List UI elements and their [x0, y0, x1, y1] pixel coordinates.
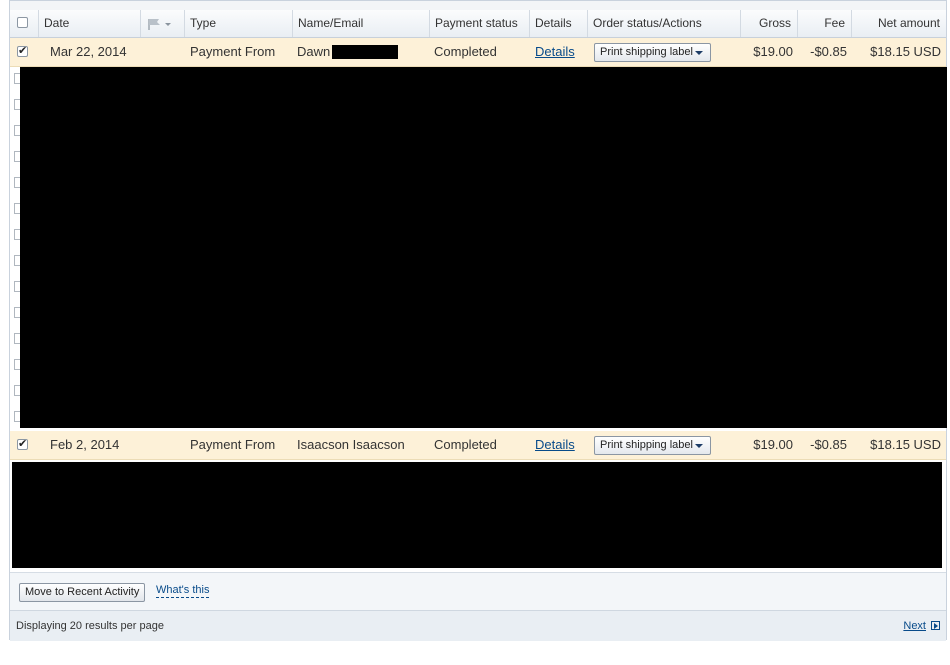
row-net: $18.15 USD [870, 437, 941, 452]
table-row: ✔ Feb 2, 2014 Payment From Isaacson Isaa… [10, 431, 946, 460]
next-label: Next [903, 620, 926, 632]
next-arrow-icon [931, 621, 940, 630]
transactions-panel: Date Type Name/Email Payment status Deta… [9, 0, 947, 641]
row-type: Payment From [190, 437, 276, 452]
row-action-select[interactable]: Print shipping label [594, 436, 711, 455]
header-fee[interactable]: Fee [798, 10, 852, 37]
redaction-block [20, 67, 947, 428]
table-row: ✔ Mar 22, 2014 Payment From Dawn Complet… [10, 38, 946, 67]
header-order-status: Order status/Actions [588, 10, 741, 37]
chevron-down-icon [695, 444, 703, 448]
flag-icon [148, 19, 171, 30]
whats-this-link[interactable]: What's this [156, 584, 210, 598]
row-gross: $19.00 [753, 44, 793, 59]
row-net: $18.15 USD [870, 44, 941, 59]
row-checkbox[interactable]: ✔ [17, 46, 28, 57]
row-action-label: Print shipping label [600, 46, 693, 58]
redaction-bar [332, 45, 399, 59]
table-header: Date Type Name/Email Payment status Deta… [10, 10, 946, 38]
pagination-bar: Displaying 20 results per page Next [10, 610, 946, 641]
row-type: Payment From [190, 44, 276, 59]
row-details-link[interactable]: Details [535, 431, 575, 459]
header-date[interactable]: Date [39, 10, 141, 37]
redaction-block [12, 462, 942, 568]
row-checkbox[interactable]: ✔ [17, 439, 28, 450]
results-per-page-text: Displaying 20 results per page [16, 620, 164, 632]
row-payment-status: Completed [434, 437, 497, 452]
row-fee: -$0.85 [810, 44, 847, 59]
next-page-link[interactable]: Next [903, 611, 940, 641]
row-action-select[interactable]: Print shipping label [594, 43, 711, 62]
row-details-link[interactable]: Details [535, 38, 575, 66]
chevron-down-icon [695, 51, 703, 55]
row-name[interactable]: Isaacson Isaacson [297, 431, 405, 459]
cropped-footer-text [6, 658, 336, 665]
header-details: Details [530, 10, 588, 37]
row-name-text: Dawn [297, 44, 331, 59]
bulk-actions-bar: Move to Recent Activity What's this [10, 572, 946, 611]
row-fee: -$0.85 [810, 437, 847, 452]
row-date: Feb 2, 2014 [50, 437, 120, 452]
row-date: Mar 22, 2014 [50, 44, 127, 59]
select-all-cell [10, 10, 39, 37]
header-flag[interactable] [141, 10, 185, 37]
move-to-recent-activity-button[interactable]: Move to Recent Activity [19, 583, 146, 602]
select-all-checkbox[interactable] [17, 17, 28, 28]
row-payment-status: Completed [434, 44, 497, 59]
header-gross[interactable]: Gross [741, 10, 798, 37]
header-payment-status[interactable]: Payment status [430, 10, 530, 37]
header-net-amount[interactable]: Net amount [852, 10, 946, 37]
row-action-label: Print shipping label [600, 439, 693, 451]
row-name[interactable]: Dawn [297, 38, 399, 66]
header-name-email[interactable]: Name/Email [293, 10, 430, 37]
header-type[interactable]: Type [185, 10, 293, 37]
row-gross: $19.00 [753, 437, 793, 452]
